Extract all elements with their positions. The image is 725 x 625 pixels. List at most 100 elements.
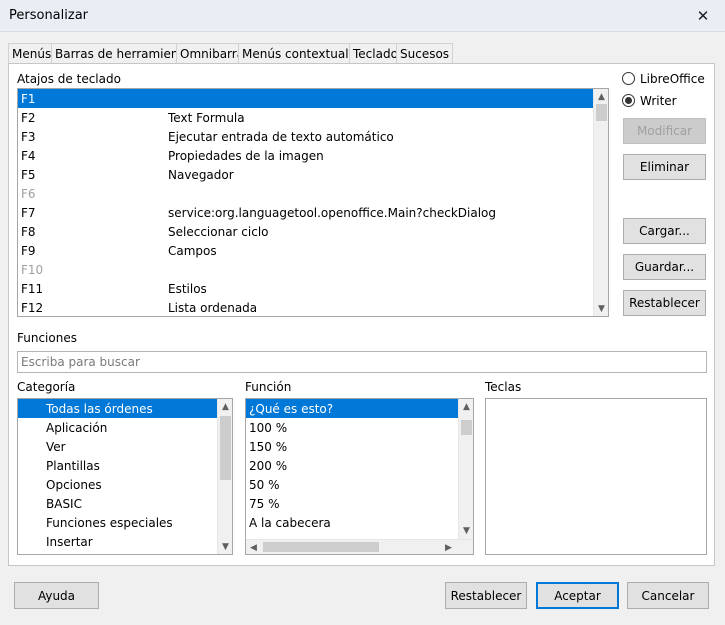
restablecer-shortcuts-button[interactable]: Restablecer [623, 290, 706, 316]
categoria-item[interactable]: Ver [18, 437, 217, 456]
modificar-button[interactable]: Modificar [623, 118, 706, 144]
shortcut-row[interactable]: F8 Seleccionar ciclo [18, 222, 593, 241]
categoria-label: Categoría [17, 380, 76, 394]
categoria-item[interactable]: Opciones [18, 475, 217, 494]
shortcut-row[interactable]: F4 Propiedades de la imagen [18, 146, 593, 165]
categoria-item[interactable]: Plantillas [18, 456, 217, 475]
scroll-down-icon[interactable]: ▼ [459, 523, 473, 538]
tab-sucesos[interactable]: Sucesos [396, 43, 454, 63]
categoria-item[interactable]: Insertar [18, 532, 217, 551]
shortcut-row[interactable]: F11 Estilos [18, 279, 593, 298]
eliminar-button[interactable]: Eliminar [623, 154, 706, 180]
scroll-up-icon[interactable]: ▲ [459, 399, 473, 414]
search-input[interactable] [17, 351, 707, 373]
window-title: Personalizar [9, 8, 89, 23]
scroll-left-icon[interactable]: ◀ [246, 540, 261, 554]
funcion-item-label: 150 % [249, 439, 288, 454]
funcion-list[interactable]: ¿Qué es esto? 100 % 150 % 200 % 50 % 75 % A la… [245, 398, 474, 555]
shortcut-key: F1 [21, 91, 36, 106]
categoria-item-label: Aplicación [46, 420, 108, 435]
shortcut-row[interactable]: F12 Lista ordenada [18, 298, 593, 316]
shortcut-row[interactable]: F6 [18, 184, 593, 203]
radio-libreoffice[interactable] [622, 72, 635, 85]
shortcut-function: service:org.languagetool.openoffice.Main… [168, 205, 496, 220]
radio-writer-label: Writer [640, 94, 677, 108]
close-icon[interactable]: ✕ [689, 4, 717, 28]
categoria-item-label: Insertar [46, 534, 93, 549]
scroll-down-icon[interactable]: ▼ [218, 539, 232, 554]
radio-writer[interactable] [622, 94, 635, 107]
shortcut-function: Estilos [168, 281, 207, 296]
shortcut-row[interactable]: F1 [18, 89, 593, 108]
scroll-down-icon[interactable]: ▼ [594, 301, 608, 316]
categoria-item-label: Plantillas [46, 458, 100, 473]
shortcut-key: F2 [21, 110, 36, 125]
shortcut-key: F12 [21, 300, 44, 315]
funcion-item-label: 75 % [249, 496, 280, 511]
shortcut-row[interactable]: F9 Campos [18, 241, 593, 260]
funcion-hscrollbar[interactable]: ◀ ▶ [246, 539, 473, 554]
shortcut-function: Navegador [168, 167, 234, 182]
shortcut-key: F10 [21, 262, 44, 277]
tab-teclado[interactable]: Teclado [349, 43, 402, 63]
shortcut-function: Propiedades de la imagen [168, 148, 324, 163]
categoria-item-label: Opciones [46, 477, 102, 492]
categoria-item[interactable]: BASIC [18, 494, 217, 513]
shortcut-function: Ejecutar entrada de texto automático [168, 129, 394, 144]
categoria-item[interactable]: Todas las órdenes [18, 399, 217, 418]
tab-menus[interactable]: Menús [8, 43, 56, 63]
ayuda-button[interactable]: Ayuda [14, 582, 99, 609]
funcion-item[interactable]: 100 % [246, 418, 458, 437]
shortcut-function: Campos [168, 243, 217, 258]
funcion-item[interactable]: 150 % [246, 437, 458, 456]
categoria-list[interactable]: Todas las órdenes Aplicación Ver Plantillas… [17, 398, 233, 555]
shortcuts-list[interactable]: F1 F2 Text Formula F3 Ejecutar entrada de te… [17, 88, 609, 317]
scroll-thumb[interactable] [263, 542, 379, 552]
shortcut-row[interactable]: F3 Ejecutar entrada de texto automático [18, 127, 593, 146]
categoria-item[interactable]: Aplicación [18, 418, 217, 437]
scroll-up-icon[interactable]: ▲ [594, 89, 608, 104]
shortcut-key: F3 [21, 129, 36, 144]
funcion-item-label: 50 % [249, 477, 280, 492]
shortcuts-label: Atajos de teclado [17, 72, 121, 86]
aceptar-button[interactable]: Aceptar [536, 582, 619, 609]
shortcuts-scrollbar[interactable]: ▲ ▼ [593, 89, 608, 316]
shortcut-key: F4 [21, 148, 36, 163]
funcion-item-label: 100 % [249, 420, 288, 435]
categoria-item[interactable]: Funciones especiales [18, 513, 217, 532]
shortcut-function: Text Formula [168, 110, 245, 125]
guardar-button[interactable]: Guardar... [623, 254, 706, 280]
shortcut-key: F5 [21, 167, 36, 182]
funcion-item[interactable]: ¿Qué es esto? [246, 399, 458, 418]
scroll-thumb[interactable] [461, 420, 472, 435]
shortcut-key: F11 [21, 281, 44, 296]
scroll-thumb[interactable] [596, 104, 607, 121]
teclas-list[interactable] [485, 398, 707, 555]
teclas-label: Teclas [485, 380, 522, 394]
shortcut-row[interactable]: F5 Navegador [18, 165, 593, 184]
scroll-thumb[interactable] [220, 416, 231, 480]
cancelar-button[interactable]: Cancelar [627, 582, 709, 609]
funcion-item-label: A la cabecera [249, 515, 331, 530]
categoria-item-label: Ver [46, 439, 66, 454]
shortcut-row[interactable]: F7 service:org.languagetool.openoffice.Ma… [18, 203, 593, 222]
functions-label: Funciones [17, 331, 77, 345]
tab-menus-contextuales[interactable]: Menús contextuales [238, 43, 367, 63]
title-bar: Personalizar ✕ [0, 0, 725, 32]
shortcut-row[interactable]: F10 [18, 260, 593, 279]
shortcut-key: F7 [21, 205, 36, 220]
categoria-item-label: Todas las órdenes [46, 401, 153, 416]
cargar-button[interactable]: Cargar... [623, 218, 706, 244]
funcion-item[interactable]: 50 % [246, 475, 458, 494]
funcion-item[interactable]: 75 % [246, 494, 458, 513]
shortcut-function: Lista ordenada [168, 300, 258, 315]
shortcut-row[interactable]: F2 Text Formula [18, 108, 593, 127]
restablecer-button[interactable]: Restablecer [445, 582, 527, 609]
funcion-item[interactable]: 200 % [246, 456, 458, 475]
scroll-up-icon[interactable]: ▲ [218, 399, 232, 414]
funcion-label: Función [245, 380, 292, 394]
categoria-scrollbar[interactable]: ▲ ▼ [217, 399, 232, 554]
funcion-vscrollbar[interactable]: ▲ ▼ [458, 399, 473, 539]
funcion-item[interactable]: A la cabecera [246, 513, 458, 532]
scroll-right-icon[interactable]: ▶ [441, 540, 456, 554]
